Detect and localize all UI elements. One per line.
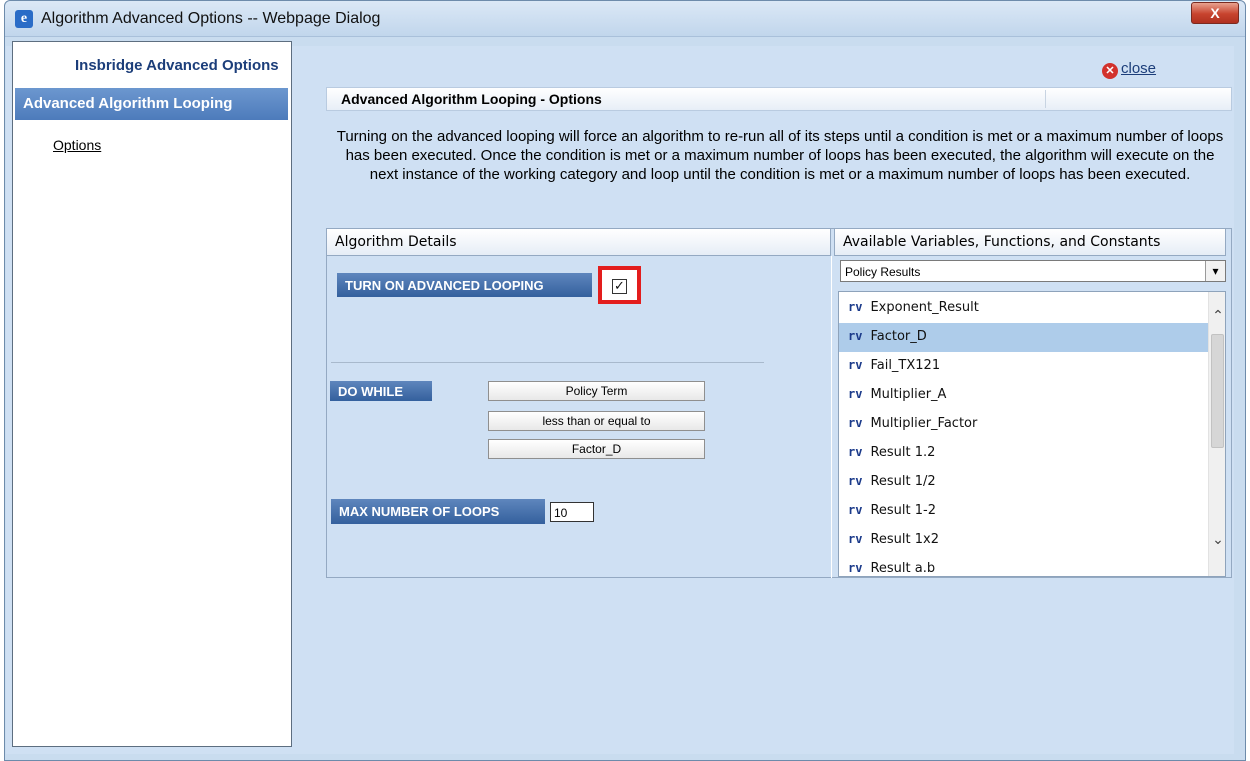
result-variable-icon: rv [848, 445, 863, 459]
nav-item-advanced-algorithm-looping[interactable]: Advanced Algorithm Looping [15, 88, 288, 120]
variable-list-item[interactable]: rv Exponent_Result [839, 294, 1209, 323]
variable-list-item[interactable]: rv Factor_D [839, 323, 1209, 352]
turn-on-advanced-looping-label: TURN ON ADVANCED LOOPING [337, 273, 592, 297]
result-variable-icon: rv [848, 561, 863, 575]
variable-name: Result 1-2 [870, 503, 936, 518]
description-text: Turning on the advanced looping will for… [336, 128, 1224, 183]
result-variable-icon: rv [848, 416, 863, 430]
variable-list-item[interactable]: rv Result 1.2 [839, 439, 1209, 468]
variable-name: Fail_TX121 [870, 358, 941, 373]
variable-name: Factor_D [870, 329, 927, 344]
result-variable-icon: rv [848, 358, 863, 372]
variable-list-item[interactable]: rv Fail_TX121 [839, 352, 1209, 381]
variable-list-item[interactable]: rv Result 1x2 [839, 526, 1209, 555]
section-header-title: Advanced Algorithm Looping - Options [341, 91, 602, 107]
available-variables-header: Available Variables, Functions, and Cons… [834, 228, 1226, 256]
close-icon[interactable]: ✕ [1102, 63, 1118, 79]
result-variable-icon: rv [848, 474, 863, 488]
window-close-button[interactable]: X [1191, 2, 1239, 24]
title-bar: e Algorithm Advanced Options -- Webpage … [5, 1, 1245, 37]
variable-list-item[interactable]: rv Result a.b [839, 555, 1209, 576]
column-divider [831, 256, 832, 578]
checkbox-highlight: ✓ [598, 266, 641, 304]
result-variable-icon: rv [848, 532, 863, 546]
divider-line [331, 362, 764, 363]
variable-list-item[interactable]: rv Multiplier_Factor [839, 410, 1209, 439]
result-variable-icon: rv [848, 300, 863, 314]
turn-on-looping-checkbox[interactable]: ✓ [612, 279, 627, 294]
result-variable-icon: rv [848, 329, 863, 343]
max-loops-input[interactable]: 10 [550, 502, 594, 522]
variable-name: Result 1.2 [870, 445, 936, 460]
variable-name: Multiplier_A [870, 387, 947, 402]
variable-name: Result 1x2 [870, 532, 939, 547]
variable-name: Multiplier_Factor [870, 416, 978, 431]
max-number-of-loops-label: MAX NUMBER OF LOOPS [331, 499, 545, 524]
chevron-down-icon[interactable]: ▾ [1205, 261, 1225, 281]
scrollbar-thumb[interactable] [1211, 334, 1224, 448]
internet-explorer-icon: e [15, 10, 33, 28]
panel-title: Insbridge Advanced Options [75, 57, 279, 74]
variable-list-item[interactable]: rv Result 1-2 [839, 497, 1209, 526]
dropdown-value: Policy Results [845, 265, 921, 279]
list-scrollbar[interactable]: ⌃ ⌄ [1208, 292, 1225, 576]
section-header: Advanced Algorithm Looping - Options [326, 87, 1232, 111]
algorithm-details-header: Algorithm Details [326, 228, 831, 256]
nav-link-options[interactable]: Options [53, 137, 101, 153]
result-variable-icon: rv [848, 503, 863, 517]
condition-left-button[interactable]: Policy Term [488, 381, 705, 401]
scroll-down-icon[interactable]: ⌄ [1210, 532, 1225, 548]
header-divider [1045, 90, 1046, 108]
variable-name: Result 1/2 [870, 474, 936, 489]
variable-name: Result a.b [870, 561, 936, 576]
variable-list-item[interactable]: rv Result 1/2 [839, 468, 1209, 497]
condition-operator-button[interactable]: less than or equal to [488, 411, 705, 431]
condition-right-button[interactable]: Factor_D [488, 439, 705, 459]
close-link[interactable]: close [1121, 60, 1156, 77]
variable-category-dropdown[interactable]: Policy Results ▾ [840, 260, 1226, 282]
window-title: Algorithm Advanced Options -- Webpage Di… [41, 10, 381, 27]
scroll-up-icon[interactable]: ⌃ [1210, 308, 1225, 324]
do-while-label: DO WHILE [330, 381, 432, 401]
variable-name: Exponent_Result [870, 300, 979, 315]
result-variable-icon: rv [848, 387, 863, 401]
variable-list-item[interactable]: rv Multiplier_A [839, 381, 1209, 410]
variable-list[interactable]: rv Exponent_Result rv Factor_D rv Fail_TX121 r… [838, 291, 1226, 577]
